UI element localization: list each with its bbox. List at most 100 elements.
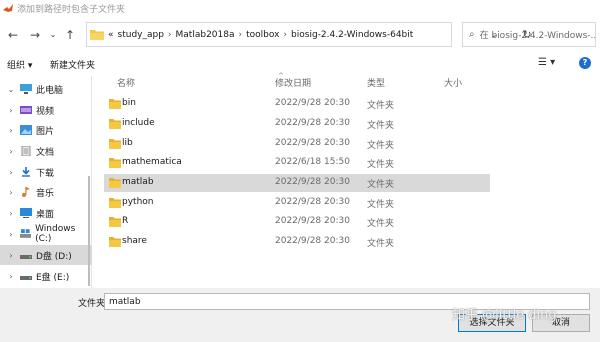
chevron-right-icon[interactable]: ›: [6, 168, 16, 177]
chevron-right-icon[interactable]: ›: [6, 251, 16, 260]
chevron-right-icon[interactable]: ›: [6, 147, 16, 156]
back-arrow-icon[interactable]: ←: [6, 27, 20, 43]
sidebar-item-label: 视频: [36, 106, 55, 117]
sidebar-scrollbar[interactable]: [88, 176, 90, 286]
breadcrumb-item-matlab2018a[interactable]: Matlab2018a: [176, 30, 235, 40]
matlab-icon: [3, 4, 13, 12]
folder-icon: [109, 119, 121, 129]
file-date: 2022/9/28 20:30: [275, 118, 350, 128]
chevron-right-icon[interactable]: ›: [6, 272, 16, 281]
chevron-right-icon[interactable]: ›: [6, 188, 16, 197]
file-type: 文件夹: [367, 180, 395, 190]
breadcrumb-item-toolbox[interactable]: toolbox: [246, 30, 279, 40]
desktop-icon: [20, 208, 32, 218]
file-name: python: [122, 197, 154, 207]
forward-arrow-icon[interactable]: →: [28, 27, 42, 43]
file-list: ^ 名称 修改日期 类型 大小 bin 2022/9/28 20:30 文件夹 …: [92, 72, 600, 288]
sidebar-item-music[interactable]: › 音乐: [0, 182, 92, 202]
folder-icon: [109, 217, 121, 227]
column-header-name[interactable]: 名称: [117, 76, 135, 89]
sidebar-item-label: Windows (C:): [35, 224, 76, 244]
search-box[interactable]: ⌕ 在 biosig-2.4.2-Windows-...: [462, 22, 596, 47]
breadcrumb-item-study-app[interactable]: study_app: [118, 30, 164, 40]
column-header-date[interactable]: 修改日期: [275, 76, 311, 89]
watermark: 知乎 @little ding: [452, 308, 557, 323]
drive-icon: [19, 229, 32, 238]
sidebar-item-desktop[interactable]: › 桌面: [0, 203, 92, 223]
sidebar-item-drive-e[interactable]: › E盘 (E:): [0, 266, 92, 286]
file-type: 文件夹: [367, 141, 395, 151]
documents-icon: [21, 146, 31, 156]
file-type: 文件夹: [367, 160, 395, 170]
chevron-right-icon[interactable]: ›: [6, 126, 16, 135]
drive-icon: [20, 255, 32, 259]
organize-button[interactable]: 组织 ▾: [7, 58, 32, 71]
sidebar-item-drive-c[interactable]: › Windows (C:): [0, 224, 92, 244]
file-type: 文件夹: [367, 101, 395, 111]
help-icon[interactable]: ?: [579, 57, 591, 69]
search-placeholder: 在 biosig-2.4.2-Windows-...: [479, 31, 596, 41]
sidebar-item-label: 图片: [36, 126, 55, 137]
list-item-selected[interactable]: matlab 2022/9/28 20:30 文件夹: [104, 174, 490, 192]
file-name: R: [122, 216, 129, 226]
list-item[interactable]: include 2022/9/28 20:30 文件夹: [104, 115, 490, 133]
list-item[interactable]: mathematica 2022/6/18 15:50 文件夹: [104, 154, 490, 172]
sidebar-item-label: E盘 (E:): [36, 272, 70, 283]
address-bar[interactable]: « study_app › Matlab2018a › toolbox › bi…: [86, 22, 532, 47]
sidebar-item-label: 此电脑: [36, 85, 64, 96]
navigation-pane: ⌄ 此电脑 › 视频 › 图片 › 文档 › 下载 › 音乐 › 桌面 › Wi…: [0, 76, 92, 288]
file-date: 2022/9/28 20:30: [275, 98, 350, 108]
music-icon: [22, 187, 30, 197]
file-name: share: [122, 236, 147, 246]
file-date: 2022/9/28 20:30: [275, 216, 350, 226]
recent-chevron-icon[interactable]: ⌄: [46, 27, 60, 43]
sidebar-item-videos[interactable]: › 视频: [0, 100, 92, 120]
breadcrumb-overflow[interactable]: «: [108, 30, 114, 40]
sidebar-item-this-pc[interactable]: ⌄ 此电脑: [0, 79, 92, 99]
list-item[interactable]: python 2022/9/28 20:30 文件夹: [104, 194, 490, 212]
view-options-icon[interactable]: ☰ ▾: [538, 57, 555, 68]
drive-icon: [20, 276, 32, 280]
new-folder-button[interactable]: 新建文件夹: [50, 58, 95, 71]
up-arrow-icon[interactable]: ↑: [63, 27, 77, 43]
title-bar: 添加到路径时包含子文件夹: [0, 0, 600, 16]
chevron-right-icon[interactable]: ›: [6, 209, 16, 218]
list-item[interactable]: lib 2022/9/28 20:30 文件夹: [104, 135, 490, 153]
file-type: 文件夹: [367, 121, 395, 131]
sidebar-item-label: 下载: [36, 168, 55, 179]
chevron-down-icon[interactable]: ⌄: [6, 85, 16, 94]
chevron-right-icon[interactable]: ›: [283, 30, 287, 40]
file-type: 文件夹: [367, 200, 395, 210]
folder-icon: [90, 30, 104, 40]
column-header-type[interactable]: 类型: [367, 76, 385, 89]
list-item[interactable]: bin 2022/9/28 20:30 文件夹: [104, 95, 490, 113]
file-name: bin: [122, 98, 136, 108]
search-icon: ⌕: [469, 29, 475, 40]
chevron-right-icon[interactable]: ›: [6, 106, 16, 115]
list-item[interactable]: R 2022/9/28 20:30 文件夹: [104, 213, 490, 231]
list-item[interactable]: share 2022/9/28 20:30 文件夹: [104, 233, 490, 251]
chevron-right-icon[interactable]: ›: [168, 30, 172, 40]
folder-icon: [109, 178, 121, 188]
column-header-size[interactable]: 大小: [444, 76, 462, 89]
file-date: 2022/9/28 20:30: [275, 236, 350, 246]
sidebar-item-label: 文档: [36, 147, 55, 158]
sidebar-item-documents[interactable]: › 文档: [0, 141, 92, 161]
file-date: 2022/9/28 20:30: [275, 177, 350, 187]
sidebar-item-pictures[interactable]: › 图片: [0, 120, 92, 140]
chevron-right-icon[interactable]: ›: [239, 30, 243, 40]
chevron-right-icon[interactable]: ›: [6, 230, 16, 239]
file-type: 文件夹: [367, 219, 395, 229]
window-title: 添加到路径时包含子文件夹: [17, 4, 126, 15]
sidebar-item-downloads[interactable]: › 下载: [0, 162, 92, 182]
command-toolbar: 组织 ▾ 新建文件夹 ☰ ▾ ?: [0, 54, 600, 74]
file-type: 文件夹: [367, 239, 395, 249]
sidebar-item-label: D盘 (D:): [36, 251, 72, 262]
folder-icon: [109, 158, 121, 168]
download-icon: [22, 167, 30, 177]
folder-icon: [109, 237, 121, 247]
sidebar-item-label: 音乐: [36, 188, 55, 199]
pictures-icon: [20, 125, 32, 135]
breadcrumb-item-biosig[interactable]: biosig-2.4.2-Windows-64bit: [291, 30, 413, 40]
sidebar-item-drive-d[interactable]: › D盘 (D:): [0, 245, 92, 265]
